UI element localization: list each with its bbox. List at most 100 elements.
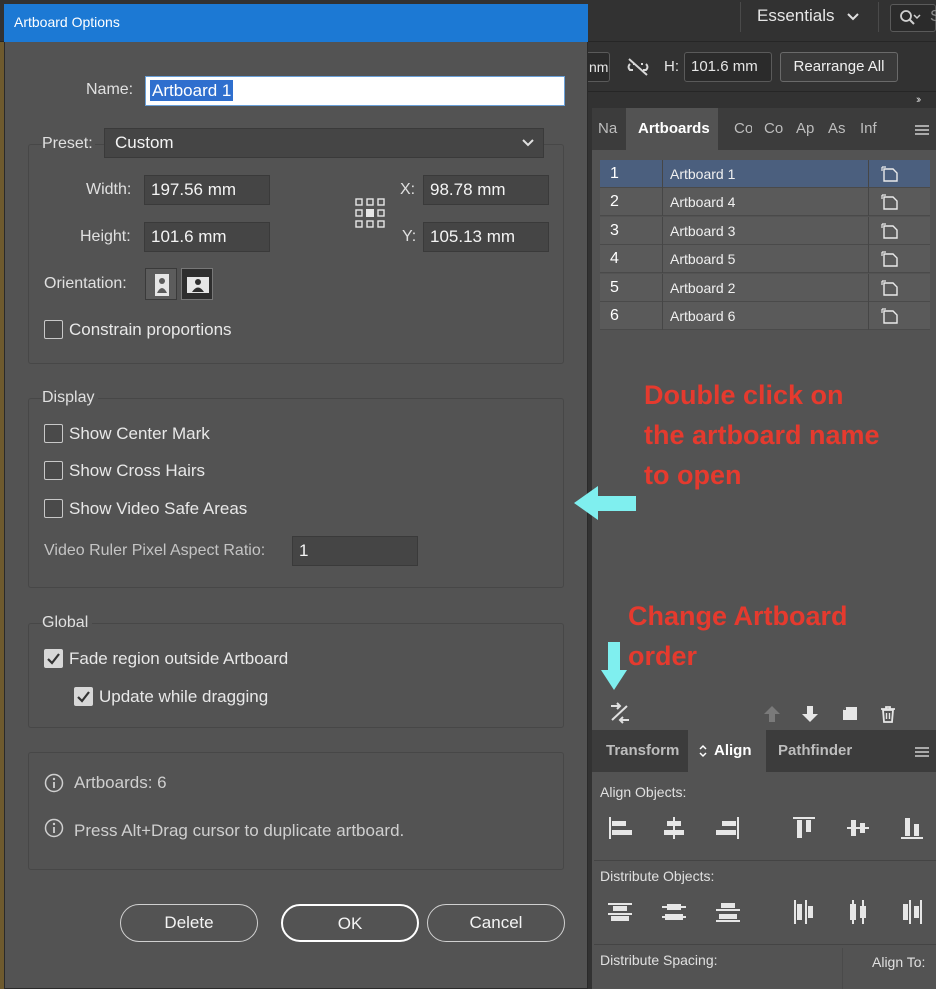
video-ratio-field[interactable]: 1 (292, 536, 418, 566)
show-video-safe-checkbox[interactable] (44, 499, 63, 518)
artboard-name[interactable]: Artboard 6 (670, 308, 735, 324)
height-field[interactable]: 101.6 mm (684, 52, 772, 82)
artboard-name[interactable]: Artboard 5 (670, 251, 735, 267)
constrain-proportions-checkbox[interactable] (44, 320, 63, 339)
artboard-options-icon[interactable] (880, 280, 900, 296)
appbar-divider (878, 2, 879, 32)
tab-asset-export[interactable]: As (818, 108, 848, 150)
collapse-panels-icon[interactable]: ›› (916, 94, 922, 106)
artboard-options-icon[interactable] (880, 308, 900, 324)
reference-point-icon[interactable] (354, 197, 386, 229)
artboard-row[interactable]: 1 Artboard 1 (600, 160, 930, 188)
horizontal-distribute-left-icon[interactable] (790, 898, 818, 926)
tab-artboards[interactable]: Artboards (626, 108, 718, 150)
new-artboard-icon[interactable] (840, 704, 860, 724)
info-group (28, 752, 564, 870)
artboard-row[interactable]: 6 Artboard 6 (600, 302, 930, 330)
move-down-icon[interactable] (800, 704, 820, 724)
divider (594, 860, 936, 861)
delete-button[interactable]: Delete (120, 904, 258, 942)
artboard-number: 3 (610, 222, 619, 239)
annotation-arrow-down-icon (601, 642, 627, 690)
fade-region-checkbox[interactable] (44, 649, 63, 668)
ok-button[interactable]: OK (281, 904, 419, 942)
horizontal-align-left-icon[interactable] (606, 814, 634, 842)
artboard-name[interactable]: Artboard 3 (670, 223, 735, 239)
artboard-number: 2 (610, 193, 619, 210)
preset-dropdown[interactable]: Custom (104, 128, 544, 158)
height-label: Height: (80, 228, 131, 245)
artboard-row[interactable]: 4 Artboard 5 (600, 245, 930, 273)
artboard-row[interactable]: 2 Artboard 4 (600, 188, 930, 216)
chevron-down-icon[interactable] (846, 10, 860, 24)
annotation-arrow-left-icon (574, 486, 636, 520)
rearrange-all-button[interactable]: Rearrange All (780, 52, 898, 82)
vertical-align-center-icon[interactable] (844, 814, 872, 842)
artboard-name[interactable]: Artboard 4 (670, 194, 735, 210)
distribute-spacing-label: Distribute Spacing: (600, 952, 718, 968)
width-field[interactable]: 197.56 mm (144, 175, 270, 205)
artboard-row[interactable]: 5 Artboard 2 (600, 274, 930, 302)
divider (594, 944, 936, 945)
artboard-options-icon[interactable] (880, 223, 900, 239)
chevron-down-icon[interactable] (520, 136, 536, 150)
show-center-mark-checkbox[interactable] (44, 424, 63, 443)
video-ratio-label: Video Ruler Pixel Aspect Ratio: (44, 542, 266, 559)
artboard-options-icon[interactable] (880, 166, 900, 182)
x-field[interactable]: 98.78 mm (423, 175, 549, 205)
horizontal-distribute-center-icon[interactable] (844, 898, 872, 926)
landscape-orientation-button[interactable] (181, 268, 213, 300)
update-while-dragging-checkbox[interactable] (74, 687, 93, 706)
annotation-change-order-line-2: order (628, 641, 698, 671)
vertical-distribute-top-icon[interactable] (606, 898, 634, 926)
dialog-titlebar[interactable]: Artboard Options (4, 4, 588, 42)
artboard-number: 6 (610, 307, 619, 324)
name-field-value[interactable]: Artboard 1 (150, 80, 234, 101)
horizontal-align-center-icon[interactable] (660, 814, 688, 842)
vertical-distribute-bottom-icon[interactable] (714, 898, 742, 926)
cancel-button[interactable]: Cancel (427, 904, 565, 942)
artboard-name[interactable]: Artboard 1 (670, 166, 735, 182)
tab-transform[interactable]: Transform (592, 730, 693, 772)
tab-navigator[interactable]: Na (598, 108, 626, 150)
move-up-icon (764, 706, 780, 722)
artboard-options-icon[interactable] (880, 251, 900, 267)
vertical-align-bottom-icon[interactable] (898, 814, 926, 842)
tab-appearance[interactable]: Ap (788, 108, 818, 150)
tab-info[interactable]: Inf (850, 108, 880, 150)
panel-menu-icon[interactable] (914, 746, 930, 758)
artboard-options-icon[interactable] (880, 194, 900, 210)
annotation-change-order-line-1: Change Artboard (628, 601, 848, 631)
width-field[interactable]: nm (588, 52, 610, 82)
width-label: Width: (86, 181, 132, 198)
trash-icon[interactable] (878, 704, 898, 724)
artboard-row[interactable]: 3 Artboard 3 (600, 217, 930, 245)
vertical-distribute-center-icon[interactable] (660, 898, 688, 926)
annotation-double-click-line-3: to open (644, 460, 742, 490)
y-field[interactable]: 105.13 mm (423, 222, 549, 252)
artboards-count-info: Artboards: 6 (74, 773, 167, 792)
show-cross-hairs-checkbox[interactable] (44, 461, 63, 480)
info-icon (44, 773, 64, 793)
duplicate-tip-info: Press Alt+Drag cursor to duplicate artbo… (74, 821, 405, 840)
unlink-icon[interactable] (626, 56, 650, 78)
show-video-safe-label: Show Video Safe Areas (69, 499, 248, 518)
tab-color-guide[interactable]: Col (756, 108, 784, 150)
artboards-list: 1 Artboard 1 2 Artboard 4 3 Artboard 3 4 Art… (600, 160, 932, 332)
x-label: X: (400, 181, 416, 198)
name-label: Name: (86, 81, 134, 98)
artboard-name[interactable]: Artboard 2 (670, 280, 735, 296)
panel-menu-icon[interactable] (914, 124, 930, 136)
show-cross-hairs-label: Show Cross Hairs (69, 461, 206, 480)
tab-color[interactable]: Co (726, 108, 752, 150)
workspace-switcher[interactable]: Essentials (757, 6, 834, 26)
horizontal-align-right-icon[interactable] (714, 814, 742, 842)
horizontal-distribute-right-icon[interactable] (898, 898, 926, 926)
vertical-align-top-icon[interactable] (790, 814, 818, 842)
update-while-dragging-label: Update while dragging (99, 687, 269, 706)
portrait-orientation-button[interactable] (145, 268, 177, 300)
rearrange-icon[interactable] (608, 702, 632, 724)
checkmark-icon (47, 653, 60, 665)
height-field[interactable]: 101.6 mm (144, 222, 270, 252)
tab-pathfinder[interactable]: Pathfinder (764, 730, 866, 772)
